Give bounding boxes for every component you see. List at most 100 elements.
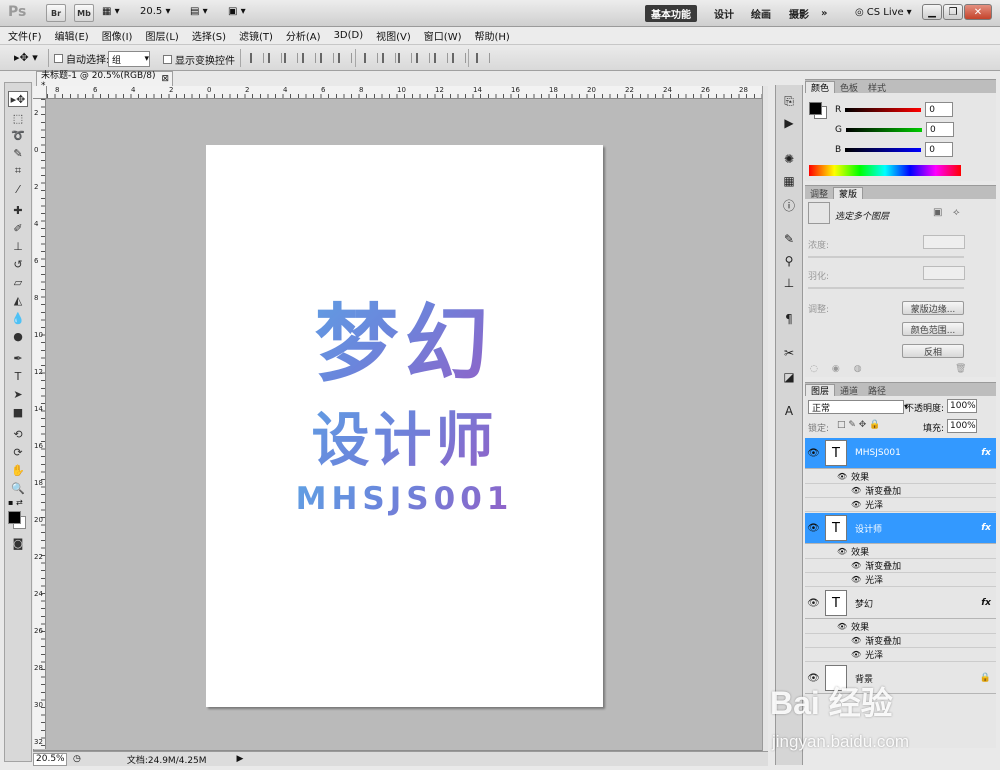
layer-mhsjs001[interactable]: 👁 T MHSJS001 fx: [805, 438, 996, 469]
path-selection-tool-icon[interactable]: ➤: [8, 386, 28, 402]
distribute-bottom-icon[interactable]: [398, 53, 412, 63]
navigator-panel-icon[interactable]: ✺: [780, 151, 798, 167]
tab-channels[interactable]: 通道: [835, 384, 863, 397]
visibility-eye-icon[interactable]: 👁: [805, 448, 822, 459]
fill-field[interactable]: 100%: [947, 419, 977, 433]
screen-mode-icon[interactable]: ▣ ▾: [228, 6, 246, 17]
close-button[interactable]: ✕: [964, 4, 992, 20]
effect-eye-icon[interactable]: 👁: [851, 636, 861, 645]
vertical-ruler[interactable]: 2 0 2 4 6 8 10 12 14 16 18 20 22 24 26 28 30 32: [33, 99, 46, 749]
auto-select-checkbox[interactable]: 自动选择:: [54, 51, 109, 66]
menu-window[interactable]: 窗口(W): [424, 28, 462, 43]
density-field[interactable]: [923, 235, 965, 249]
effects-group[interactable]: 👁 效果: [805, 545, 996, 559]
brush-tool-icon[interactable]: ✐: [8, 220, 28, 236]
pixel-mask-icon[interactable]: ▣: [933, 207, 942, 218]
density-slider[interactable]: [808, 256, 964, 258]
layer-effects-icon[interactable]: fx: [981, 448, 991, 458]
opacity-field[interactable]: 100%: [947, 399, 977, 413]
blur-tool-icon[interactable]: 💧: [8, 310, 28, 326]
minimize-button[interactable]: ▁: [922, 4, 942, 20]
effect-eye-icon[interactable]: 👁: [851, 650, 861, 659]
lock-icons[interactable]: □ ✎ ✥ 🔒: [837, 420, 880, 430]
bridge-button[interactable]: Br: [46, 4, 66, 22]
tab-adjustments[interactable]: 调整: [805, 187, 833, 200]
disable-mask-icon[interactable]: ◍: [854, 364, 862, 374]
tab-swatches[interactable]: 色板: [835, 81, 863, 94]
effect-satin[interactable]: 👁 光泽: [805, 573, 996, 587]
lasso-tool-icon[interactable]: ➰: [8, 127, 28, 143]
brush-presets-panel-icon[interactable]: ✎: [780, 231, 798, 247]
restore-button[interactable]: ❐: [943, 4, 963, 20]
auto-align-layers-icon[interactable]: [476, 53, 490, 63]
document-canvas[interactable]: 梦幻 设计师 MHSJS001: [206, 145, 603, 707]
red-slider-track[interactable]: [845, 107, 922, 112]
zoom-level-select[interactable]: 20.5 ▾: [140, 6, 170, 17]
blue-slider[interactable]: B 0: [835, 142, 954, 157]
distribute-horizontal-icon[interactable]: [434, 53, 448, 63]
tab-styles[interactable]: 样式: [863, 81, 891, 94]
clone-stamp-tool-icon[interactable]: ⊥: [8, 238, 28, 254]
layer-effects-icon[interactable]: fx: [981, 598, 991, 608]
color-spectrum-ramp[interactable]: [809, 165, 961, 176]
quick-mask-icon[interactable]: ◙: [8, 535, 28, 551]
tab-paths[interactable]: 路径: [863, 384, 891, 397]
document-tab[interactable]: 未标题-1 @ 20.5%(RGB/8) * ⊠: [36, 71, 173, 91]
effect-gradient-overlay[interactable]: 👁 渐变叠加: [805, 634, 996, 648]
foreground-color-swatch[interactable]: [8, 511, 21, 524]
info-panel-icon[interactable]: ⓘ: [780, 197, 798, 213]
effect-gradient-overlay[interactable]: 👁 渐变叠加: [805, 484, 996, 498]
invert-button[interactable]: 反相: [902, 344, 964, 358]
tool-preset-picker[interactable]: ▸✥ ▾: [14, 51, 38, 64]
align-vertical-center-icon[interactable]: [268, 53, 282, 63]
type-tool-icon[interactable]: T: [8, 368, 28, 384]
show-transform-controls-checkbox[interactable]: 显示变换控件: [163, 52, 235, 67]
menu-file[interactable]: 文件(F): [8, 28, 42, 43]
effect-satin[interactable]: 👁 光泽: [805, 498, 996, 512]
workspace-design[interactable]: 设计: [708, 5, 740, 22]
effect-eye-icon[interactable]: 👁: [837, 472, 847, 481]
status-menu-arrow-icon[interactable]: ▶: [237, 754, 244, 764]
feather-slider[interactable]: [808, 287, 964, 289]
visibility-eye-icon[interactable]: 👁: [805, 598, 822, 609]
horizontal-ruler[interactable]: 8 6 4 2 0 2 4 6 8 10 12 14 16 18 20 22 24 26 28: [47, 86, 762, 99]
spot-healing-tool-icon[interactable]: ✚: [8, 202, 28, 218]
status-zoom-field[interactable]: 20.5%: [33, 752, 67, 766]
view-extras-icon[interactable]: ▦ ▾: [102, 6, 120, 17]
tool-presets-panel-icon[interactable]: ✂: [780, 345, 798, 361]
paragraph-panel-icon[interactable]: ¶: [780, 311, 798, 327]
effect-satin[interactable]: 👁 光泽: [805, 648, 996, 662]
menu-image[interactable]: 图像(I): [102, 28, 133, 43]
3d-rotate-tool-icon[interactable]: ⟲: [8, 426, 28, 442]
green-slider[interactable]: G 0: [835, 122, 954, 137]
menu-view[interactable]: 视图(V): [376, 28, 411, 43]
menu-layer[interactable]: 图层(L): [145, 28, 178, 43]
effect-eye-icon[interactable]: 👁: [851, 561, 861, 570]
status-info-icon[interactable]: ◷: [73, 754, 81, 764]
auto-select-target-select[interactable]: 组 ▾: [108, 51, 150, 67]
distribute-top-icon[interactable]: [364, 53, 378, 63]
distribute-right-icon[interactable]: [452, 53, 466, 63]
3d-orbit-tool-icon[interactable]: ⟳: [8, 444, 28, 460]
history-brush-tool-icon[interactable]: ↺: [8, 256, 28, 272]
blue-slider-track[interactable]: [845, 147, 922, 152]
zoom-tool-icon[interactable]: 🔍: [8, 480, 28, 496]
hand-tool-icon[interactable]: ✋: [8, 462, 28, 478]
load-selection-icon[interactable]: ◌: [810, 364, 818, 374]
red-value-field[interactable]: 0: [925, 102, 954, 117]
history-panel-icon[interactable]: ⎘: [780, 93, 798, 109]
feather-field[interactable]: [923, 266, 965, 280]
green-value-field[interactable]: 0: [925, 122, 954, 137]
distribute-left-icon[interactable]: [416, 53, 430, 63]
tab-masks[interactable]: 蒙版: [833, 187, 864, 200]
green-slider-track[interactable]: [845, 127, 922, 132]
workspace-essentials[interactable]: 基本功能: [645, 5, 697, 22]
align-left-icon[interactable]: [302, 53, 316, 63]
effect-eye-icon[interactable]: 👁: [837, 622, 847, 631]
apply-mask-icon[interactable]: ◉: [832, 364, 840, 374]
arrange-documents-icon[interactable]: ▤ ▾: [190, 6, 208, 17]
effects-group[interactable]: 👁 效果: [805, 470, 996, 484]
menu-3d[interactable]: 3D(D): [334, 30, 364, 41]
align-bottom-icon[interactable]: [284, 53, 298, 63]
actions-panel-icon[interactable]: ▶: [780, 115, 798, 131]
